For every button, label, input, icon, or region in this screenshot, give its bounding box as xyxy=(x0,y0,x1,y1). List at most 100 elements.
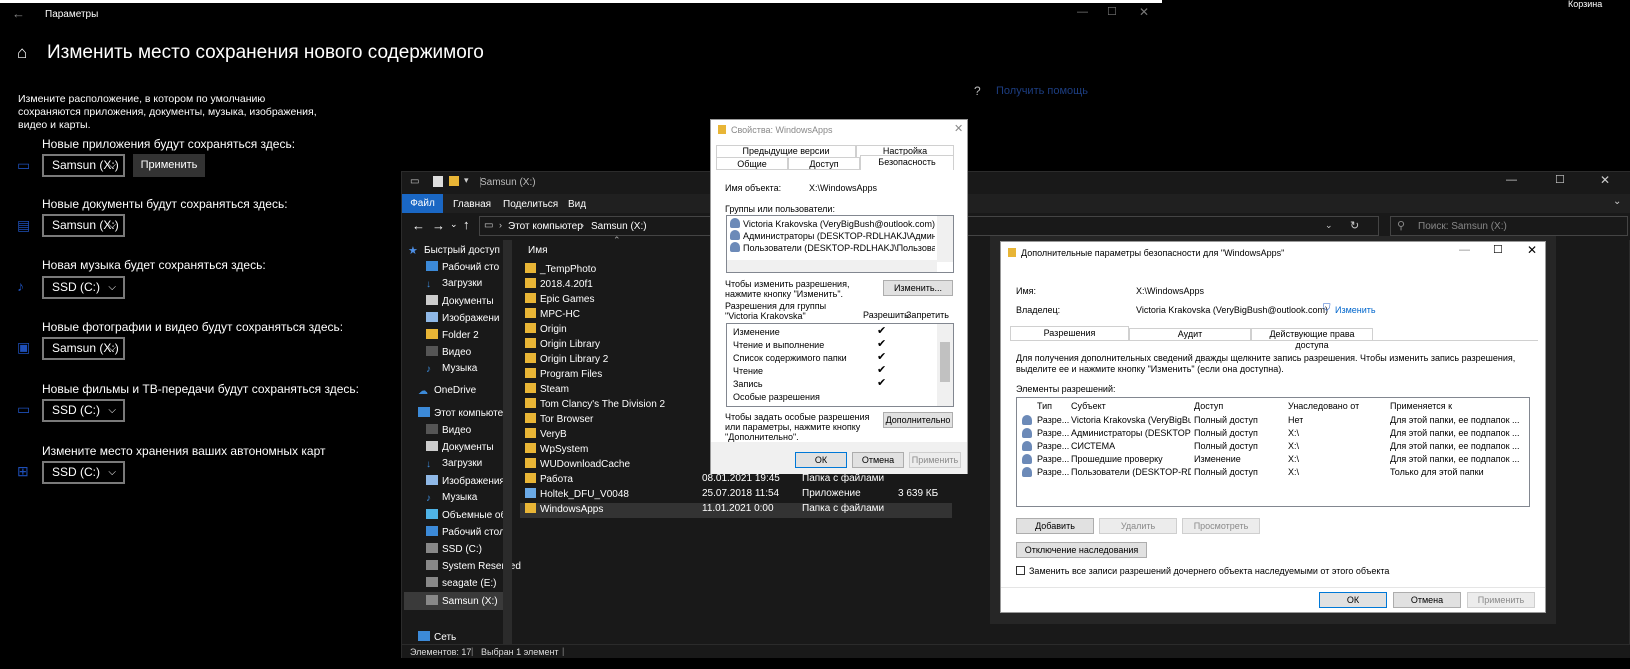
permission-row[interactable]: Разре... Администраторы (DESKTOP-... Полны… xyxy=(1020,428,1520,441)
maximize-icon[interactable]: ☐ xyxy=(1555,173,1565,186)
apps-location-select[interactable]: Samsun (X:) ⌵ xyxy=(42,154,125,177)
change-button[interactable]: Изменить... xyxy=(883,280,953,296)
tab-general[interactable]: Общие xyxy=(716,157,788,170)
group-icon xyxy=(1022,441,1035,452)
cancel-button[interactable]: Отмена xyxy=(1393,592,1461,608)
check-icon: ✔ xyxy=(877,377,887,389)
chevron-down-icon: ⌵ xyxy=(108,405,116,416)
file-row[interactable]: Работа 08.01.2021 19:45 Папка с файлами xyxy=(520,473,952,488)
maximize-icon[interactable]: ☐ xyxy=(1493,243,1503,256)
nav-samsun-x[interactable]: Samsun (X:) xyxy=(404,592,504,610)
folder-icon xyxy=(525,308,536,318)
permission-row[interactable]: Разре... СИСТЕМА Полный доступ X:\ Для этой … xyxy=(1020,441,1520,454)
back-arrow-icon[interactable]: ← xyxy=(12,6,25,21)
search-box[interactable]: ⚲ Поиск: Samsun (X:) xyxy=(1390,216,1628,236)
permission-row[interactable]: Разре... Пользователи (DESKTOP-RD... Полны… xyxy=(1020,467,1520,480)
nav-this-pc[interactable]: Этот компьютер xyxy=(418,407,514,424)
header-type[interactable]: Тип xyxy=(1037,401,1052,411)
tab-permissions[interactable]: Разрешения xyxy=(1010,326,1129,341)
advanced-button[interactable]: Дополнительно xyxy=(883,412,953,428)
apply-button[interactable]: Применить xyxy=(909,452,961,468)
maximize-icon[interactable]: ☐ xyxy=(1107,5,1117,18)
permission-entries-grid[interactable]: Тип Субъект Доступ Унаследовано от Приме… xyxy=(1016,397,1530,507)
close-icon[interactable]: ✕ xyxy=(1139,5,1149,19)
tab-previous-versions[interactable]: Предыдущие версии xyxy=(716,145,856,157)
user-item[interactable]: Пользователи (DESKTOP-RDLHAKJ\Пользовате… xyxy=(730,242,935,253)
ok-button[interactable]: ОК xyxy=(1319,592,1387,608)
close-icon[interactable]: ✕ xyxy=(1527,243,1537,257)
refresh-icon[interactable]: ↻ xyxy=(1350,219,1359,232)
file-row-selected[interactable]: WindowsApps 11.01.2021 0:00 Папка с файл… xyxy=(520,503,952,518)
tab-view[interactable]: Вид xyxy=(568,199,586,210)
properties-icon[interactable] xyxy=(433,176,443,187)
owner-change-link[interactable]: Изменить xyxy=(1335,305,1376,315)
header-inherited[interactable]: Унаследовано от xyxy=(1288,401,1359,411)
forward-arrow-icon[interactable]: → xyxy=(432,218,445,233)
up-arrow-icon[interactable]: ↑ xyxy=(463,217,470,232)
minimize-icon[interactable]: — xyxy=(1459,244,1470,256)
user-item[interactable]: Victoria Krakovska (VeryBigBush@outlook.… xyxy=(730,218,935,229)
users-list[interactable]: Victoria Krakovska (VeryBigBush@outlook.… xyxy=(726,215,954,273)
tab-sharing[interactable]: Доступ xyxy=(788,157,860,170)
replace-checkbox[interactable] xyxy=(1016,566,1025,575)
nav-quick-access[interactable]: ★ Быстрый доступ xyxy=(408,244,504,261)
change-hint: Чтобы изменить разрешения, нажмите кнопк… xyxy=(725,279,850,299)
minimize-icon[interactable]: — xyxy=(1506,174,1517,186)
check-icon: ✔ xyxy=(877,325,887,337)
view-button[interactable]: Просмотреть xyxy=(1182,518,1260,534)
maps-location-select[interactable]: SSD (C:) ⌵ xyxy=(42,461,125,484)
disable-inheritance-button[interactable]: Отключение наследования xyxy=(1016,542,1147,558)
nav-onedrive[interactable]: ☁ OneDrive xyxy=(418,385,514,402)
folder-icon[interactable] xyxy=(449,176,459,186)
column-header-name[interactable]: Имя xyxy=(528,245,547,256)
add-button[interactable]: Добавить xyxy=(1016,518,1094,534)
minimize-icon[interactable]: — xyxy=(1077,6,1088,18)
tab-share[interactable]: Поделиться xyxy=(503,199,558,210)
chevron-down-icon[interactable]: ⌄ xyxy=(1325,220,1333,231)
close-icon[interactable]: ✕ xyxy=(954,122,963,135)
header-principal[interactable]: Субъект xyxy=(1071,401,1106,411)
file-date: 08.01.2021 19:45 xyxy=(702,473,780,484)
scroll-thumb[interactable] xyxy=(940,342,950,382)
permission-row[interactable]: Разре... Прошедшие проверку Изменение X:\ Дл… xyxy=(1020,454,1520,467)
breadcrumb-this-pc[interactable]: Этот компьютер xyxy=(508,221,583,232)
ok-button[interactable]: ОК xyxy=(795,452,847,468)
divider: | xyxy=(471,646,474,656)
breadcrumb-drive[interactable]: Samsun (X:) xyxy=(591,221,647,232)
apply-button[interactable]: Применить xyxy=(133,154,205,177)
info-text: Для получения дополнительных сведений дв… xyxy=(1016,353,1516,374)
recent-locations-icon[interactable]: ⌄ xyxy=(450,219,458,230)
header-applies-to[interactable]: Применяется к xyxy=(1390,401,1452,411)
docs-location-select[interactable]: Samsun (X:) ⌵ xyxy=(42,214,125,237)
home-icon[interactable]: ⌂ xyxy=(17,43,27,63)
search-input[interactable]: Поиск: Samsun (X:) xyxy=(1418,221,1507,232)
chevron-down-icon[interactable]: ⌄ xyxy=(1613,196,1621,207)
remove-button[interactable]: Удалить xyxy=(1099,518,1177,534)
perms-scrollbar[interactable] xyxy=(937,324,953,406)
user-item[interactable]: Администраторы (DESKTOP-RDLHAKJ\Админист… xyxy=(730,230,935,241)
tab-file[interactable]: Файл xyxy=(402,194,443,213)
close-icon[interactable]: ✕ xyxy=(1600,173,1610,187)
advanced-security-dialog: Дополнительные параметры безопасности дл… xyxy=(1000,241,1546,613)
back-arrow-icon[interactable]: ← xyxy=(412,218,425,233)
grid-header: Тип Субъект Доступ Унаследовано от Приме… xyxy=(1020,401,1520,414)
permission-row[interactable]: Разре... Victoria Krakovska (VeryBigBu...… xyxy=(1020,415,1520,428)
cancel-button[interactable]: Отмена xyxy=(852,452,904,468)
file-row[interactable]: Holtek_DFU_V0048 25.07.2018 11:54 Прилож… xyxy=(520,488,952,503)
permissions-list[interactable]: Изменение Чтение и выполнение Список сод… xyxy=(726,323,954,407)
photos-location-select[interactable]: Samsun (X:) ⌵ xyxy=(42,337,125,360)
help-link[interactable]: Получить помощь xyxy=(996,85,1088,97)
movies-location-select[interactable]: SSD (C:) ⌵ xyxy=(42,399,125,422)
users-vscrollbar[interactable] xyxy=(937,216,953,262)
recycle-bin-label[interactable]: Корзина xyxy=(1568,0,1602,9)
header-access[interactable]: Доступ xyxy=(1194,401,1223,411)
users-hscrollbar[interactable] xyxy=(727,260,937,272)
music-location-select[interactable]: SSD (C:) ⌵ xyxy=(42,276,125,299)
shield-icon: ⛉ xyxy=(1323,303,1331,314)
nav-scrollbar[interactable] xyxy=(503,240,512,644)
tab-home[interactable]: Главная xyxy=(453,199,491,210)
quick-access-toolbar-icon[interactable]: ▾ xyxy=(464,175,469,186)
apply-button[interactable]: Применить xyxy=(1467,592,1535,608)
perm-item: Изменение xyxy=(733,327,780,337)
tab-security[interactable]: Безопасность xyxy=(860,155,954,170)
